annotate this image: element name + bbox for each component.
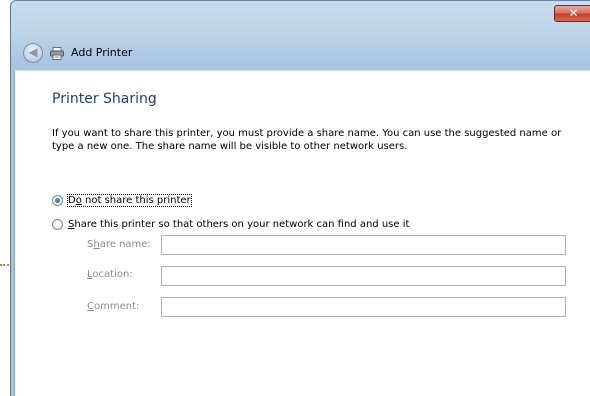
radio-button-do-not-share[interactable]	[52, 194, 63, 206]
location-label: Location:	[87, 269, 133, 280]
radio-do-not-share[interactable]: Do not share this printer	[52, 193, 192, 207]
wizard-header: ◀ Add Printer	[10, 34, 590, 70]
share-name-input[interactable]	[161, 235, 566, 255]
radio-button-share[interactable]	[52, 218, 63, 230]
share-name-label: Share name:	[87, 239, 151, 250]
close-icon: ✕	[568, 6, 579, 20]
radio-share[interactable]: Share this printer so that others on you…	[52, 217, 409, 231]
background-strip	[0, 0, 10, 396]
radio-label-do-not-share[interactable]: Do not share this printer	[67, 193, 192, 207]
comment-input[interactable]	[161, 297, 566, 317]
back-button[interactable]: ◀	[23, 43, 43, 63]
location-input[interactable]	[161, 266, 566, 286]
close-button[interactable]: ✕	[554, 5, 590, 22]
radio-label-share[interactable]: Share this printer so that others on you…	[68, 219, 409, 230]
page-heading: Printer Sharing	[52, 91, 157, 107]
dotted-connector	[0, 264, 9, 266]
comment-label: Comment:	[87, 301, 140, 312]
window-title: Add Printer	[71, 46, 133, 59]
wizard-content: Printer Sharing If you want to share thi…	[14, 70, 590, 396]
printer-icon	[50, 47, 64, 60]
back-arrow-icon: ◀	[28, 45, 38, 59]
page-description: If you want to share this printer, you m…	[52, 128, 562, 152]
